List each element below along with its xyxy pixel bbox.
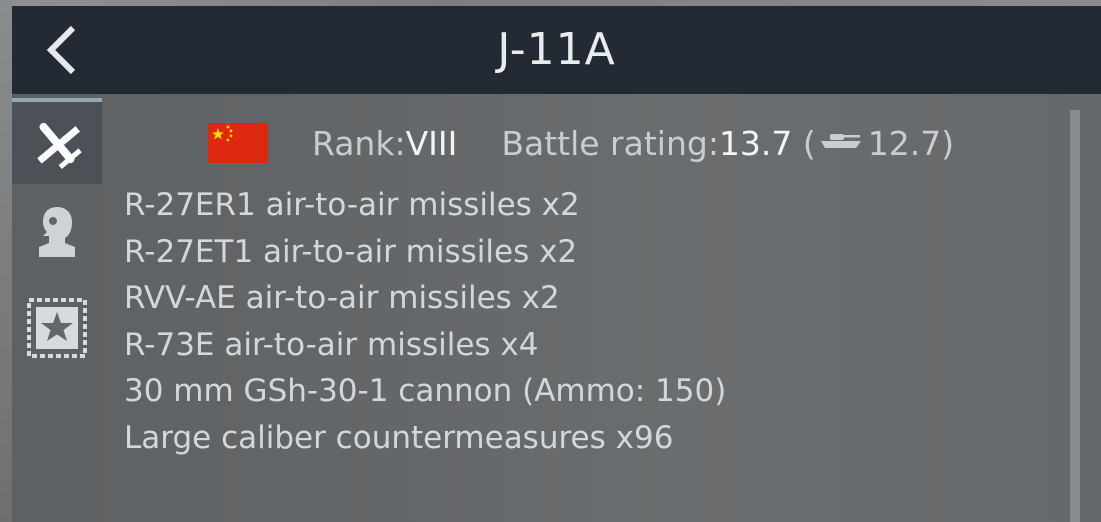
plane-icon [37, 122, 82, 169]
rank-label: Rank: [312, 123, 406, 163]
ground-br-open: ( [802, 123, 816, 163]
chevron-left-icon [46, 25, 76, 75]
weapon-item: Large caliber countermeasures x96 [124, 419, 674, 456]
weapon-item: RVV-AE air-to-air missiles x2 [124, 280, 560, 316]
tank-icon [820, 134, 861, 148]
weapons-list: R-27ER1 air-to-air missiles x2 R-27ET1 a… [124, 182, 726, 461]
rank-battle-rating-row: Rank: VIII Battle rating: 13.7 ( 12.7) [208, 119, 1028, 167]
back-button[interactable] [34, 20, 90, 80]
battle-rating-ground-value: 12.7) [867, 123, 955, 163]
weapon-item: 30 mm GSh-30-1 cannon (Ammo: 150) [124, 373, 727, 409]
pilot-icon [39, 207, 75, 257]
weapon-item: R-27ER1 air-to-air missiles x2 [124, 187, 580, 223]
tab-crew[interactable] [12, 186, 102, 276]
star-stamp-icon [27, 298, 87, 358]
tab-aircraft[interactable] [12, 98, 102, 184]
window-header: J-11A [12, 6, 1101, 94]
china-flag-icon [208, 123, 268, 163]
weapon-item: R-27ET1 air-to-air missiles x2 [124, 233, 578, 270]
background-left [0, 0, 12, 522]
scrollbar[interactable] [1070, 110, 1080, 522]
rank-value: VIII [405, 123, 458, 163]
tab-award[interactable] [12, 278, 102, 378]
vehicle-details: Rank: VIII Battle rating: 13.7 ( 12.7) R… [124, 102, 1064, 522]
battle-rating-air-value: 13.7 [718, 123, 793, 163]
weapon-item: R-73E air-to-air missiles x4 [124, 326, 539, 363]
window-title: J-11A [497, 24, 616, 75]
battle-rating-label: Battle rating: [501, 123, 719, 163]
vehicle-info-window: J-11A Rank: VIII Battle rating: 13.7 (1… [12, 6, 1101, 522]
